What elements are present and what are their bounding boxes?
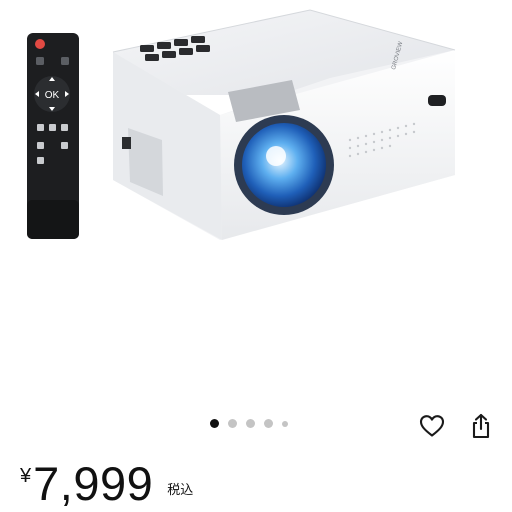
share-button[interactable] — [464, 409, 498, 443]
tax-included-label: 税込 — [167, 482, 194, 497]
heart-outline-icon — [419, 415, 445, 437]
carousel-dot-1[interactable] — [210, 419, 219, 428]
price-display: ¥ 7,999 税込 — [20, 458, 193, 512]
carousel-dot-3[interactable] — [246, 419, 255, 428]
remote-control: OK — [27, 33, 79, 239]
carousel-dot-4[interactable] — [264, 419, 273, 428]
currency-symbol: ¥ — [20, 465, 32, 487]
share-icon — [472, 413, 490, 439]
power-button-icon — [35, 39, 45, 49]
carousel-dot-2[interactable] — [228, 419, 237, 428]
carousel-dot-5[interactable] — [282, 420, 288, 427]
product-image[interactable]: OK GROVIEW — [0, 0, 512, 300]
favorite-button[interactable] — [415, 409, 449, 443]
image-carousel-indicator[interactable] — [210, 419, 288, 428]
price-amount: 7,999 — [33, 457, 154, 510]
svg-text:OK: OK — [45, 90, 60, 101]
projector-body: GROVIEW — [112, 9, 456, 240]
